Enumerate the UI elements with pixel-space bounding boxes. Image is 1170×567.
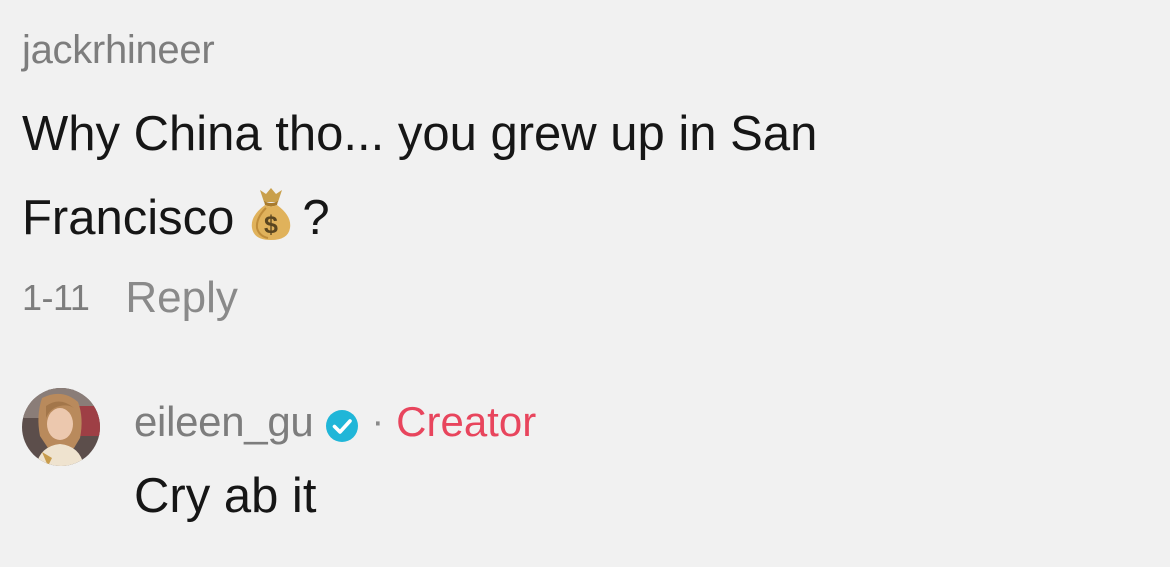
reply-comment-header: eileen_gu · Creator (134, 386, 536, 458)
parent-comment-text-line1: Why China tho... you grew up in San (22, 107, 818, 161)
parent-comment-date: 1-11 (22, 277, 90, 318)
reply-comment-body: eileen_gu · Creator Cry ab it (134, 386, 536, 532)
reply-button[interactable]: Reply (125, 270, 238, 326)
parent-comment-username[interactable]: jackrhineer (22, 20, 1122, 80)
parent-comment-text: Why China tho... you grew up in San Fran… (22, 92, 1022, 260)
svg-text:$: $ (264, 211, 278, 239)
parent-comment: jackrhineer Why China tho... you grew up… (22, 20, 1122, 326)
creator-badge: Creator (396, 398, 537, 445)
reply-comment-text: Cry ab it (134, 469, 317, 523)
money-bag-icon: $ (246, 184, 296, 240)
reply-comment-username[interactable]: eileen_gu (134, 398, 314, 446)
parent-comment-text-suffix: ? (302, 191, 330, 245)
parent-comment-text-line2: Francisco (22, 191, 235, 245)
parent-comment-meta: 1-11 Reply (22, 270, 1122, 326)
verified-checkmark-icon (325, 405, 359, 442)
avatar[interactable] (22, 388, 100, 466)
separator-dot: · (371, 400, 385, 443)
